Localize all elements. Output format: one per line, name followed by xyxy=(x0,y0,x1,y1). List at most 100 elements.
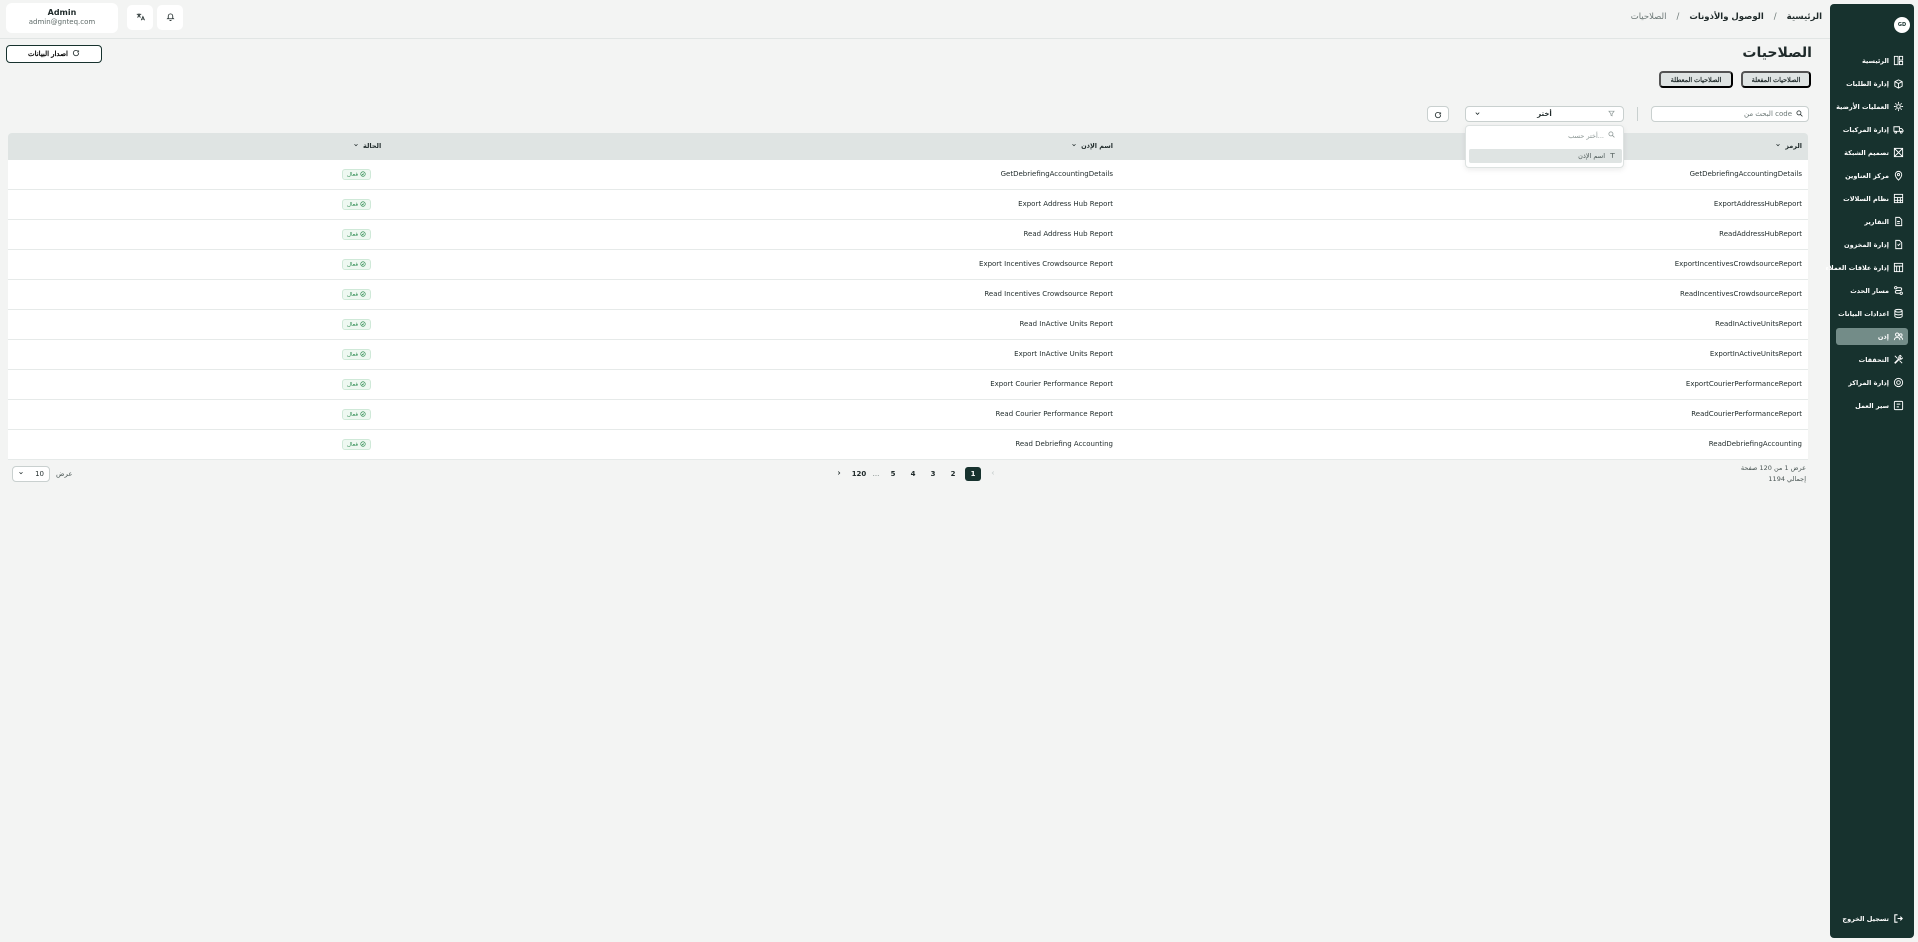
sidebar-item-network[interactable]: تصميم الشبكة xyxy=(1836,144,1908,161)
column-header-code[interactable]: الرمز xyxy=(1775,142,1802,150)
cell-code: ReadInActiveUnitsReport xyxy=(1715,320,1802,328)
sidebar-item-users[interactable]: إذن xyxy=(1836,328,1908,345)
page-size-control: 10 عرض xyxy=(12,466,73,482)
status-label: فعال xyxy=(347,321,358,328)
sidebar-item-dashboard[interactable]: الرئيسية xyxy=(1836,52,1908,69)
column-header-status[interactable]: الحالة xyxy=(353,142,381,150)
sidebar-item-report[interactable]: التقارير xyxy=(1836,213,1908,230)
users-icon xyxy=(1893,331,1904,342)
cell-name: Read Incentives Crowdsource Report xyxy=(984,290,1113,298)
page-button[interactable]: 4 xyxy=(903,467,923,481)
pagination-total-text: إجمالي 1194 xyxy=(1768,475,1806,483)
check-circle-icon xyxy=(360,410,366,419)
header-divider xyxy=(0,38,1830,39)
notifications-button[interactable] xyxy=(157,5,183,30)
cell-name: Read Debriefing Accounting xyxy=(1015,440,1113,448)
status-badge: فعال xyxy=(342,289,371,300)
chevron-down-icon xyxy=(18,470,24,478)
breadcrumb-access[interactable]: الوصول والأذونات xyxy=(1689,12,1763,22)
sidebar-item-database[interactable]: اعدادات البيانات xyxy=(1836,305,1908,322)
check-circle-icon xyxy=(360,380,366,389)
sidebar-item-grid[interactable]: نظام السلالات xyxy=(1836,190,1908,207)
page-size-select[interactable]: 10 xyxy=(12,466,50,482)
sidebar-item-package[interactable]: إدارة الطلبات xyxy=(1836,75,1908,92)
sidebar-item-logout[interactable]: تسجيل الخروج xyxy=(1836,910,1908,927)
status-badge: فعال xyxy=(342,199,371,210)
table-row[interactable]: ExportCourierPerformanceReport Export Cou… xyxy=(8,370,1808,400)
sidebar-item-label: إدارة المراكز xyxy=(1848,378,1889,387)
status-badge: فعال xyxy=(342,349,371,360)
sidebar-item-label: التحققات xyxy=(1858,355,1889,364)
grid-icon xyxy=(1893,193,1904,204)
table-row[interactable]: ExportInActiveUnitsReport Export InActive… xyxy=(8,340,1808,370)
tab-disabled-permissions[interactable]: الصلاحيات المعطلة xyxy=(1659,71,1733,88)
sidebar-item-map-pin[interactable]: مركز العناوين xyxy=(1836,167,1908,184)
filter-select[interactable]: أختر xyxy=(1465,106,1624,122)
sidebar-item-route[interactable]: مسار الحدث xyxy=(1836,282,1908,299)
check-circle-icon xyxy=(360,230,366,239)
language-button[interactable] xyxy=(127,5,153,30)
export-data-button[interactable]: اصدار البيانات xyxy=(6,45,102,63)
table-row[interactable]: ReadIncentivesCrowdsourceReport Read Ince… xyxy=(8,280,1808,310)
check-circle-icon xyxy=(360,320,366,329)
search-input[interactable] xyxy=(1662,110,1792,118)
sidebar-item-crm[interactable]: إدارة علاقات العملاء xyxy=(1826,259,1908,276)
search-icon xyxy=(1796,109,1803,119)
status-label: فعال xyxy=(347,381,358,388)
column-header-name[interactable]: اسم الإذن xyxy=(1071,142,1113,150)
sidebar-item-label: تسجيل الخروج xyxy=(1842,914,1889,923)
sidebar-item-workflow[interactable]: سير العمل xyxy=(1836,397,1908,414)
sidebar-item-label: اعدادات البيانات xyxy=(1838,309,1889,318)
page-button[interactable]: 2 xyxy=(943,467,963,481)
status-label: فعال xyxy=(347,441,358,448)
page-title: الصلاحيات xyxy=(1742,45,1812,61)
page-button[interactable]: 120 xyxy=(849,467,869,481)
filter-icon xyxy=(1608,110,1615,119)
table-row[interactable]: ExportAddressHubReport Export Address Hub… xyxy=(8,190,1808,220)
breadcrumb-separator: / xyxy=(1676,12,1680,22)
filter-search[interactable]: أختر حسب... xyxy=(1568,131,1615,140)
tab-enabled-permissions[interactable]: الصلاحيات المفعلة xyxy=(1741,71,1811,88)
status-label: فعال xyxy=(347,231,358,238)
status-badge: فعال xyxy=(342,409,371,420)
cell-code: ReadIncentivesCrowdsourceReport xyxy=(1680,290,1802,298)
check-circle-icon xyxy=(360,200,366,209)
pagination-summary: عرض 1 من 120 صفحة إجمالي 1194 xyxy=(1741,463,1806,485)
cell-name: Export Courier Performance Report xyxy=(990,380,1113,388)
pagination-ellipsis: ... xyxy=(872,470,880,478)
sidebar-item-box[interactable]: إدارة المخزون xyxy=(1836,236,1908,253)
filter-option-permission-name[interactable]: اسم الإذن xyxy=(1469,149,1622,163)
sidebar-item-location[interactable]: إدارة المراكز xyxy=(1836,374,1908,391)
page-button[interactable]: 1 xyxy=(965,467,981,481)
status-label: فعال xyxy=(347,201,358,208)
toolbar-divider xyxy=(1637,107,1638,121)
table-row[interactable]: ReadCourierPerformanceReport Read Courier… xyxy=(8,400,1808,430)
user-menu[interactable]: Admin admin@gnteq.com xyxy=(6,3,118,33)
sidebar-item-label: العمليات الأرضية xyxy=(1836,102,1889,111)
sidebar-item-label: نظام السلالات xyxy=(1843,194,1889,203)
table-row[interactable]: ReadAddressHubReport Read Address Hub Rep… xyxy=(8,220,1808,250)
next-page-button[interactable] xyxy=(829,467,849,481)
breadcrumb-current: الصلاحيات xyxy=(1630,12,1667,22)
page-button[interactable]: 3 xyxy=(923,467,943,481)
filter-search-placeholder: أختر حسب... xyxy=(1568,131,1604,140)
sidebar-item-label: تصميم الشبكة xyxy=(1844,148,1889,157)
sidebar-item-truck[interactable]: إدارة المركبات xyxy=(1836,121,1908,138)
check-circle-icon xyxy=(360,290,366,299)
status-badge: فعال xyxy=(342,379,371,390)
refresh-button[interactable] xyxy=(1427,106,1449,122)
table-row[interactable]: ReadInActiveUnitsReport Read InActive Uni… xyxy=(8,310,1808,340)
page-button[interactable]: 5 xyxy=(883,467,903,481)
status-badge: فعال xyxy=(342,229,371,240)
sidebar-item-tools[interactable]: التحققات xyxy=(1836,351,1908,368)
text-type-icon xyxy=(1609,152,1616,161)
prev-page-button[interactable] xyxy=(983,467,1003,481)
table-row[interactable]: ExportIncentivesCrowdsourceReport Export … xyxy=(8,250,1808,280)
user-email: admin@gnteq.com xyxy=(28,18,96,26)
breadcrumb-home[interactable]: الرئيسية xyxy=(1787,12,1822,22)
table-row[interactable]: ReadDebriefingAccounting Read Debriefing … xyxy=(8,430,1808,460)
sidebar-item-gear[interactable]: العمليات الأرضية xyxy=(1836,98,1908,115)
status-badge: فعال xyxy=(342,259,371,270)
sidebar: GD الرئيسية إدارة الطلبات العمليات الأرضية… xyxy=(1826,4,1914,938)
network-icon xyxy=(1893,147,1904,158)
